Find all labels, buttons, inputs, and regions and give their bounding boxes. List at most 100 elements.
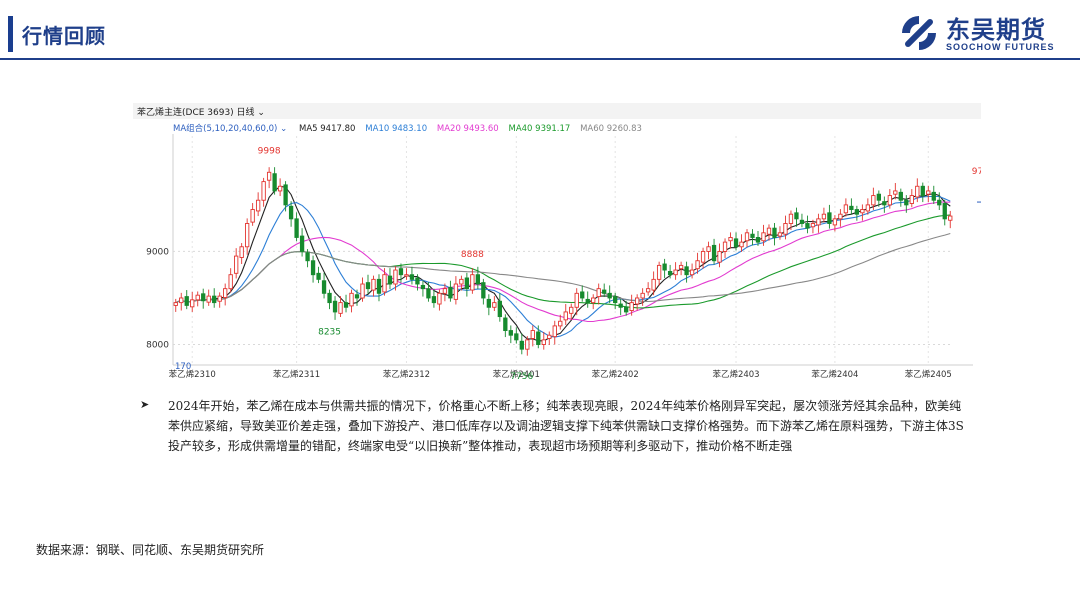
candle-body bbox=[602, 289, 607, 294]
candle-body bbox=[700, 250, 706, 263]
candle-body bbox=[596, 288, 601, 298]
candle-body bbox=[431, 296, 437, 304]
candle-body bbox=[728, 237, 733, 242]
candle-body bbox=[393, 269, 398, 285]
data-source: 数据来源：钢联、同花顺、东吴期货研究所 bbox=[36, 543, 265, 557]
candle-body bbox=[744, 232, 750, 242]
candle-body bbox=[420, 284, 426, 290]
candle-body bbox=[536, 331, 541, 345]
x-tick-label: 苯乙烯2311 bbox=[273, 369, 320, 380]
candlestick-chart: 苯乙烯主连(DCE 3693) 日线 ⌄ MA组合(5,10,20,40,60,0… bbox=[133, 103, 1062, 382]
candle-body bbox=[827, 212, 832, 224]
logo-english-name: SOOCHOW FUTURES bbox=[946, 42, 1055, 52]
candle-body bbox=[656, 264, 662, 280]
candle-body bbox=[409, 274, 415, 280]
candle-body bbox=[398, 268, 404, 276]
candle-body bbox=[948, 215, 953, 221]
candle-body bbox=[310, 260, 316, 276]
candle-body bbox=[717, 250, 722, 263]
candle-body bbox=[926, 190, 931, 195]
candle-body bbox=[415, 277, 420, 285]
candle-body bbox=[365, 282, 371, 290]
candle-body bbox=[245, 223, 250, 248]
page-title: 行情回顾 bbox=[22, 24, 106, 48]
candle-body bbox=[294, 218, 299, 238]
candle-body bbox=[184, 296, 189, 306]
y-tick-label: 9000 bbox=[146, 247, 169, 257]
candle-body bbox=[821, 213, 827, 220]
candle-body bbox=[266, 171, 272, 181]
candle-body bbox=[624, 306, 629, 313]
candle-body bbox=[887, 195, 892, 206]
candle-body bbox=[376, 278, 382, 294]
candle-body bbox=[179, 297, 184, 304]
candle-body bbox=[613, 296, 618, 304]
candle-body bbox=[876, 193, 881, 201]
candle-body bbox=[283, 184, 288, 206]
candle-body bbox=[739, 241, 744, 248]
candle-body bbox=[871, 195, 876, 206]
candle-body bbox=[722, 241, 728, 252]
candle-body bbox=[799, 219, 805, 224]
candle-body bbox=[733, 238, 739, 248]
candle-body bbox=[591, 297, 596, 304]
candle-body bbox=[574, 292, 579, 308]
ma-legend-ma5: MA5 9417.80 bbox=[299, 124, 355, 134]
candle-body bbox=[206, 295, 211, 303]
candle-body bbox=[327, 292, 332, 304]
candle-body bbox=[920, 185, 925, 197]
candle-body bbox=[909, 195, 914, 204]
candle-body bbox=[942, 203, 947, 220]
price-annotation: 9780 bbox=[972, 167, 981, 177]
candle-body bbox=[854, 209, 860, 215]
candle-body bbox=[360, 283, 365, 299]
ma-legend-ma20: MA20 9493.60 bbox=[437, 124, 499, 134]
candle-body bbox=[766, 227, 772, 235]
x-tick-label: 苯乙烯2405 bbox=[905, 369, 952, 380]
candle-body bbox=[354, 294, 360, 299]
price-annotation: 8235 bbox=[318, 328, 341, 338]
candle-body bbox=[442, 288, 448, 294]
candle-body bbox=[711, 244, 717, 262]
candle-body bbox=[437, 292, 442, 305]
candle-body bbox=[195, 294, 200, 301]
candle-body bbox=[816, 218, 821, 226]
candle-body bbox=[234, 255, 239, 274]
candle-body bbox=[343, 302, 349, 308]
candle-body bbox=[772, 227, 777, 238]
ma-legend-ma40: MA40 9391.17 bbox=[509, 124, 571, 134]
candle-body bbox=[695, 260, 700, 270]
candle-body bbox=[486, 298, 491, 308]
candle-body bbox=[525, 339, 530, 350]
candle-body bbox=[865, 204, 871, 212]
candle-body bbox=[288, 205, 294, 220]
candle-body bbox=[541, 339, 546, 345]
ma-legend-ma60: MA60 9260.83 bbox=[580, 124, 642, 134]
candle-body bbox=[838, 213, 843, 220]
candle-body bbox=[777, 232, 783, 237]
candle-body bbox=[635, 297, 640, 305]
candle-body bbox=[387, 275, 393, 285]
candle-body bbox=[448, 286, 453, 299]
candle-body bbox=[645, 288, 651, 293]
candle-body bbox=[277, 185, 283, 192]
candle-body bbox=[272, 173, 277, 192]
candle-body bbox=[239, 246, 244, 258]
candle-body bbox=[794, 212, 799, 220]
x-tick-label: 苯乙烯2403 bbox=[712, 369, 759, 380]
candle-body bbox=[783, 223, 788, 235]
candle-body bbox=[755, 237, 761, 243]
candle-body bbox=[305, 252, 310, 262]
candle-body bbox=[508, 330, 513, 336]
candle-body bbox=[173, 302, 178, 306]
candle-body bbox=[843, 204, 849, 214]
x-tick-label: 苯乙烯2312 bbox=[383, 369, 430, 380]
candle-body bbox=[662, 263, 667, 271]
candle-body bbox=[349, 292, 354, 307]
company-logo: 东吴期货 SOOCHOW FUTURES bbox=[896, 10, 1074, 56]
candle-body bbox=[849, 205, 854, 210]
candle-body bbox=[569, 306, 574, 314]
candle-body bbox=[338, 302, 343, 314]
candle-body bbox=[190, 299, 195, 308]
candle-body bbox=[684, 266, 689, 276]
